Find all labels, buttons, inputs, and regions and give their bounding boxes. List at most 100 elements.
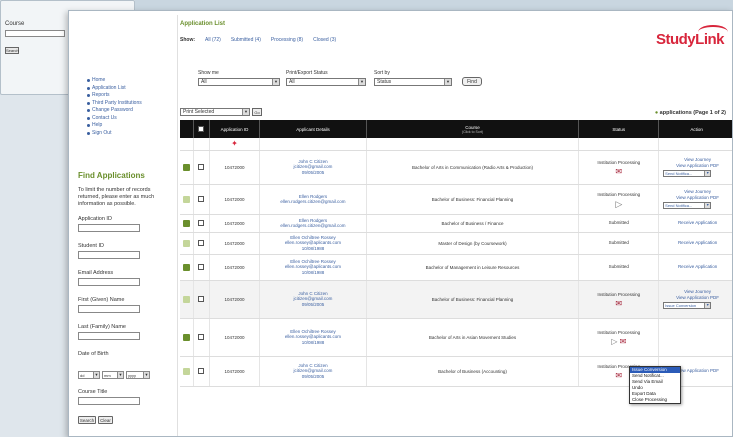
application-id-cell: 10472000 [209,318,261,357]
show-processing-link[interactable]: Processing (8) [271,37,303,43]
applicant-details-cell[interactable]: Ellen Ochiltree Rossey ellen.rossey@aplic… [259,318,367,357]
back-window-search-button[interactable]: Search [5,47,19,54]
chevron-down-icon: ▼ [704,171,711,176]
search-button[interactable]: Search [78,416,96,424]
row-checkbox-cell[interactable] [193,150,210,185]
applicant-details-cell[interactable]: John C Citizen jcitizen@gmail.com 09/05/20… [259,280,367,319]
status-icons[interactable]: ▷ ✉ [579,337,658,346]
first-name-input[interactable] [78,305,140,313]
nav-item-sign-out[interactable]: Sign Out [87,130,142,138]
row-checkbox[interactable] [198,368,205,374]
nav-item-application-list[interactable]: Application List [87,85,142,93]
dob-month-select[interactable]: mm ▼ [102,371,124,379]
row-checkbox-cell[interactable] [193,184,210,215]
last-name-input[interactable] [78,332,140,340]
course-cell: Bachelor of Arts in Asian Movement Studi… [366,318,580,357]
status-label: Institution Processing [597,159,641,165]
show-me-select[interactable]: All ▼ [198,78,280,86]
nav-item-change-password[interactable]: Change Password [87,107,142,115]
application-id-input[interactable] [78,224,140,232]
row-checkbox[interactable] [198,220,205,226]
applicant-details-cell[interactable]: John C Citizen jcitizen@gmail.com 09/05/20… [259,150,367,185]
row-checkbox[interactable] [198,164,205,170]
table-row[interactable]: 10472000 Ellen Rodgers ellen.rodgers.citiz… [180,184,732,215]
course-cell: Bachelor of Business / Finance [366,214,580,233]
applicant-details-cell[interactable]: Ellen Rodgers ellen.rodgers.citizen@gmail… [259,184,367,215]
sort-by-select[interactable]: Status ▼ [374,78,452,86]
applicant-email[interactable]: ellen.rodgers.citizen@gmail.com [260,223,365,229]
row-checkbox[interactable] [198,196,205,202]
chevron-down-icon: ▼ [704,203,711,208]
nav-item-contact[interactable]: Contact Us [87,115,142,123]
envelope-icon[interactable]: ✉ [579,299,658,307]
dropdown-option[interactable]: Close Processing [630,397,680,403]
table-row[interactable]: 10472000 Ellen Rodgers ellen.rodgers.citiz… [180,214,732,233]
action-link[interactable]: Receive Application [661,240,732,246]
applicant-details-cell[interactable]: Ellen Ochiltree Rossey ellen.rossey@aplic… [259,254,367,281]
dob-year-select[interactable]: yyyy ▼ [126,371,150,379]
action-link[interactable]: Receive Application [661,220,732,226]
row-checkbox[interactable] [198,334,205,340]
print-selected-value: Print Selected [183,109,215,115]
applicant-details-cell[interactable]: Ellen Ochiltree Rossey ellen.rossey@aplic… [259,232,367,255]
play-icon[interactable]: ▷ [611,337,617,346]
select-all-checkbox[interactable] [198,126,205,132]
print-status-value: All [289,79,295,85]
go-button[interactable]: Go [252,108,262,116]
row-checkbox-cell[interactable] [193,232,210,255]
table-row[interactable]: 10472000 Ellen Ochiltree Rossey ellen.ross… [180,232,732,255]
play-icon[interactable]: ▷ [579,199,658,208]
row-checkbox-cell[interactable] [193,254,210,281]
envelope-icon[interactable]: ✉ [620,337,627,346]
dob-label: Date of Birth [78,351,109,357]
nav-item-third-party[interactable]: Third Party Institutions [87,100,142,108]
header-application-id[interactable]: Application ID [209,120,261,138]
row-checkbox[interactable] [198,264,205,270]
table-row[interactable]: 10472000 Ellen Ochiltree Rossey ellen.ross… [180,254,732,281]
table-row[interactable]: 10472000 John C Citizen jcitizen@gmail.com… [180,280,732,319]
row-checkbox[interactable] [198,240,205,246]
nav-item-help[interactable]: Help [87,122,142,130]
action-select[interactable]: Send Notifica... ▼ [663,202,712,209]
find-button[interactable]: Find [462,77,482,86]
show-closed-link[interactable]: Closed (3) [313,37,336,43]
action-link[interactable]: Receive Application [661,264,732,270]
print-selected-select[interactable]: Print Selected ▼ [180,108,250,116]
applicant-details-cell[interactable]: John C Citizen jcitizen@gmail.com 09/05/20… [259,356,367,387]
action-select[interactable]: Send Notifica... ▼ [663,170,712,177]
left-panel: Home Application List Reports Third Part… [69,11,173,436]
applicant-details-cell[interactable]: Ellen Rodgers ellen.rodgers.citizen@gmail… [259,214,367,233]
header-applicant-details[interactable]: Applicant Details [259,120,367,138]
first-name-label: First (Given) Name [78,297,125,303]
row-checkbox-cell[interactable] [193,356,210,387]
action-dropdown-popup[interactable]: Issue Conversion Send Notificat... Send Vi… [629,366,681,404]
action-link-pdf[interactable]: View Application PDF [661,295,732,301]
show-all-link[interactable]: All (72) [205,37,221,43]
envelope-icon[interactable]: ✉ [579,167,658,175]
email-input[interactable] [78,278,140,286]
action-link-pdf[interactable]: View Application PDF [661,163,732,169]
clear-button[interactable]: Clear [98,416,113,424]
row-checkbox-cell[interactable] [193,318,210,357]
dob-day-select[interactable]: dd ▼ [78,371,100,379]
applicant-dob: 10/08/1988 [301,245,325,251]
action-select[interactable]: Issue Conversion ▼ [663,302,712,309]
course-title-input[interactable] [78,397,140,405]
student-id-input[interactable] [78,251,140,259]
row-checkbox-cell[interactable] [193,214,210,233]
header-select-all[interactable] [193,120,210,138]
row-checkbox[interactable] [198,296,205,302]
table-row[interactable]: 10472000 John C Citizen jcitizen@gmail.com… [180,150,732,185]
row-checkbox-cell[interactable] [193,280,210,319]
print-status-select[interactable]: All ▼ [286,78,366,86]
nav-item-home[interactable]: Home [87,77,142,85]
table-row[interactable]: 10472000 Ellen Ochiltree Rossey ellen.ross… [180,318,732,357]
show-submitted-link[interactable]: Submitted (4) [231,37,261,43]
applicant-email[interactable]: ellen.rodgers.citizen@gmail.com [260,199,365,205]
header-course[interactable]: Course (Click to Sort) [366,120,580,138]
action-link-pdf[interactable]: View Application PDF [661,195,732,201]
header-status[interactable]: Status [578,120,660,138]
back-window-course-input[interactable] [5,30,65,37]
application-id-cell: 10472000 [209,254,261,281]
nav-item-reports[interactable]: Reports [87,92,142,100]
